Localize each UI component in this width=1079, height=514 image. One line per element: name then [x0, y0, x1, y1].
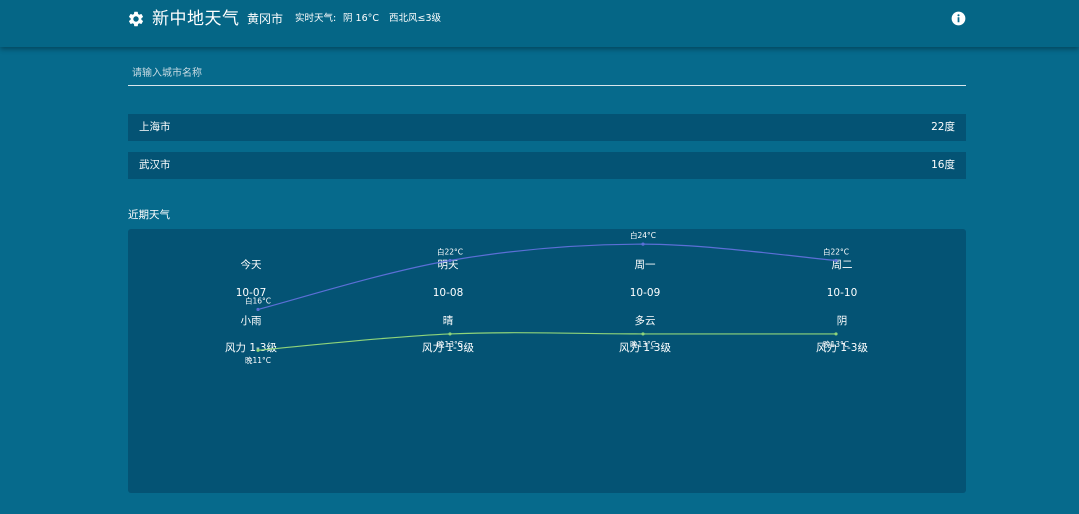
high-temp-line: [257, 243, 837, 311]
high-temp-label: 白22°C: [437, 246, 463, 256]
current-city: 黄冈市: [247, 12, 284, 26]
saved-city-row[interactable]: 武汉市 16度: [128, 152, 966, 179]
low-temp-point: [256, 348, 260, 352]
high-temp-point: [641, 242, 645, 246]
realtime-wind: 西北风≤3级: [389, 13, 442, 24]
low-temp-point: [641, 332, 645, 336]
high-temp-point: [448, 258, 452, 263]
app-title: 新中地天气: [152, 9, 240, 29]
saved-city-row[interactable]: 上海市 22度: [128, 114, 966, 141]
saved-city-temp: 16度: [931, 159, 955, 171]
saved-city-temp: 22度: [931, 121, 955, 133]
low-temp-point: [834, 332, 838, 336]
gear-icon[interactable]: [127, 10, 145, 28]
search-input[interactable]: [128, 61, 966, 86]
low-temp-label: 晚13°C: [630, 339, 656, 349]
search-box: [128, 61, 966, 86]
realtime-label: 实时天气:: [295, 13, 337, 24]
high-temp-label: 白22°C: [823, 246, 849, 256]
forecast-section-title: 近期天气: [128, 209, 170, 221]
info-icon[interactable]: [951, 11, 966, 26]
low-temp-label: 晚13°C: [437, 339, 463, 349]
low-temp-line: [257, 332, 836, 351]
low-temp-point: [448, 332, 452, 336]
forecast-panel: 今天 10-07 小雨 风力 1-3级 明天 10-08 晴 风力 1-3级 周…: [128, 229, 966, 493]
app-header: 新中地天气 黄冈市 实时天气: 阴 16°C 西北风≤3级: [0, 0, 1079, 47]
saved-city-name: 上海市: [139, 121, 171, 133]
low-temp-label: 晚11°C: [245, 355, 271, 365]
realtime-value: 阴 16°C: [343, 13, 379, 24]
saved-city-name: 武汉市: [139, 159, 171, 171]
low-temp-label: 晚13°C: [823, 339, 849, 349]
high-temp-point: [256, 307, 260, 312]
temperature-chart: 白16°C 白22°C 白24°C 白22°C 晚11°C 晚13°C 晚13°C 晚13°C: [245, 230, 849, 365]
high-temp-point: [834, 258, 838, 263]
high-temp-label: 白16°C: [245, 295, 271, 305]
high-temp-label: 白24°C: [630, 230, 656, 240]
